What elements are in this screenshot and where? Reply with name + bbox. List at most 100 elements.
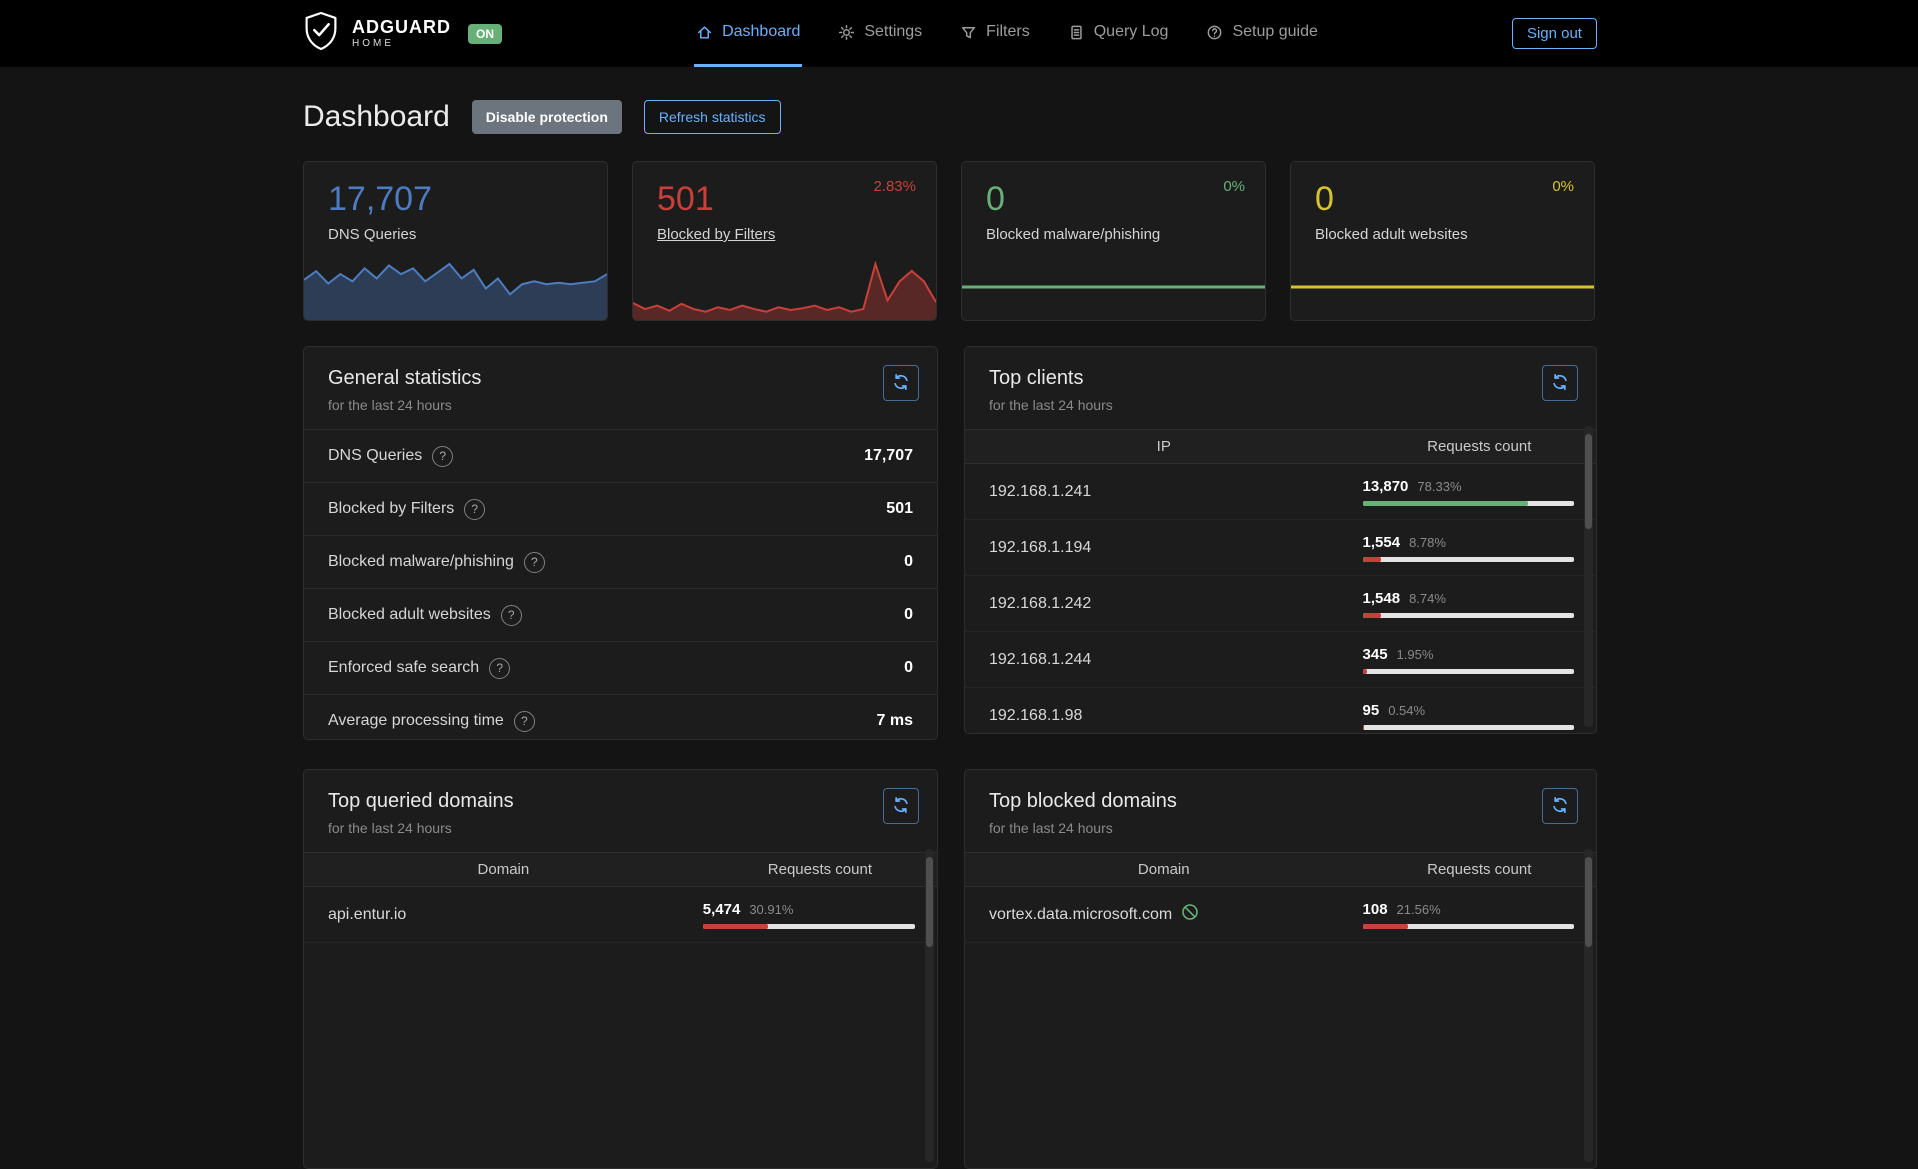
stat-percent: 2.83% (873, 178, 916, 195)
nav-item-filters[interactable]: Filters (958, 0, 1032, 67)
domain-name[interactable]: api.entur.io (328, 906, 406, 924)
domain-name[interactable]: vortex.data.microsoft.com (989, 906, 1172, 924)
help-icon[interactable]: ? (464, 499, 485, 520)
refresh-panel-button[interactable] (883, 788, 919, 824)
scrollbar-track[interactable] (1584, 426, 1593, 727)
top-clients-list: 192.168.1.241 13,870 78.33% 192.168.1.19… (965, 464, 1596, 734)
statistic-value: 0 (904, 659, 913, 677)
column-header-ip: IP (965, 438, 1363, 455)
top-blocked-list: vortex.data.microsoft.com 108 21.56% (965, 887, 1596, 943)
statistic-label: DNS Queries (328, 447, 422, 465)
nav-item-query-log[interactable]: Query Log (1066, 0, 1171, 67)
client-ip[interactable]: 192.168.1.244 (965, 651, 1363, 669)
statistics-row: DNS Queries ? 17,707 (304, 429, 937, 482)
scrollbar-thumb[interactable] (1585, 434, 1592, 529)
refresh-icon (892, 373, 910, 394)
client-row: 192.168.1.242 1,548 8.74% (965, 576, 1596, 632)
statistics-row: Enforced safe search ? 0 (304, 641, 937, 694)
progress-bar (1363, 501, 1574, 506)
refresh-statistics-button[interactable]: Refresh statistics (644, 100, 781, 134)
refresh-panel-button[interactable] (883, 365, 919, 401)
nav-label: Setup guide (1232, 23, 1317, 41)
client-ip[interactable]: 192.168.1.98 (965, 707, 1363, 725)
nav-label: Dashboard (722, 23, 800, 41)
panel-title: Top queried domains (328, 790, 913, 813)
request-percent: 78.33% (1417, 479, 1461, 494)
client-row: 192.168.1.244 345 1.95% (965, 632, 1596, 688)
request-percent: 21.56% (1397, 902, 1441, 917)
sparkline-chart (304, 256, 607, 320)
stat-label-link[interactable]: Blocked by Filters (657, 226, 936, 243)
statistic-label: Average processing time (328, 712, 504, 730)
request-percent: 8.78% (1409, 535, 1446, 550)
panel-subtitle: for the last 24 hours (989, 820, 1572, 836)
column-header-domain: Domain (965, 861, 1363, 878)
sparkline-chart (1291, 256, 1594, 320)
nav-item-dashboard[interactable]: Dashboard (694, 0, 802, 67)
nav-item-settings[interactable]: Settings (836, 0, 924, 67)
help-icon[interactable]: ? (489, 658, 510, 679)
stat-percent: 0% (1552, 178, 1574, 195)
scrollbar-thumb[interactable] (926, 857, 933, 947)
sparkline-chart (962, 256, 1265, 320)
top-blocked-domains-panel: Top blocked domains for the last 24 hour… (964, 769, 1597, 1169)
stat-value: 17,707 (328, 180, 607, 219)
settings-gear-icon (838, 24, 855, 41)
filtered-icon[interactable] (1181, 903, 1199, 926)
help-icon[interactable]: ? (514, 711, 535, 732)
statistics-row: Blocked adult websites ? 0 (304, 588, 937, 641)
dashboard-icon (696, 24, 713, 41)
page-title: Dashboard (303, 100, 450, 134)
stat-cards-row: 17,707 DNS Queries 501 Blocked by Filter… (303, 161, 1597, 321)
client-ip[interactable]: 192.168.1.241 (965, 483, 1363, 501)
statistic-value: 0 (904, 553, 913, 571)
nav-item-setup-guide[interactable]: Setup guide (1204, 0, 1319, 67)
progress-bar (1363, 669, 1574, 674)
top-clients-panel: Top clients for the last 24 hours IP Req… (964, 346, 1597, 734)
setup-guide-icon (1206, 24, 1223, 41)
stat-percent: 0% (1223, 178, 1245, 195)
refresh-panel-button[interactable] (1542, 788, 1578, 824)
client-ip[interactable]: 192.168.1.242 (965, 595, 1363, 613)
main-content: Dashboard Disable protection Refresh sta… (303, 100, 1597, 1169)
statistic-label: Blocked malware/phishing (328, 553, 514, 571)
progress-bar-fill (703, 924, 769, 929)
brand[interactable]: ADGUARD HOME ON (303, 0, 502, 67)
help-icon[interactable]: ? (432, 446, 453, 467)
help-icon[interactable]: ? (501, 605, 522, 626)
request-count: 345 (1363, 646, 1388, 663)
statistic-label: Enforced safe search (328, 659, 479, 677)
panel-title: Top blocked domains (989, 790, 1572, 813)
request-count: 1,554 (1363, 534, 1401, 551)
column-header-requests: Requests count (703, 861, 937, 878)
general-stats-list: DNS Queries ? 17,707 Blocked by Filters … (304, 429, 937, 740)
stat-label: Blocked malware/phishing (986, 226, 1265, 243)
domain-row: vortex.data.microsoft.com 108 21.56% (965, 887, 1596, 943)
nav-label: Query Log (1094, 23, 1169, 41)
client-ip[interactable]: 192.168.1.194 (965, 539, 1363, 557)
stat-card-blocked-adult: 0 Blocked adult websites 0% (1290, 161, 1595, 321)
top-queried-list: api.entur.io 5,474 30.91% (304, 887, 937, 943)
refresh-panel-button[interactable] (1542, 365, 1578, 401)
general-statistics-panel: General statistics for the last 24 hours… (303, 346, 938, 740)
scrollbar-track[interactable] (925, 849, 934, 1162)
help-icon[interactable]: ? (524, 552, 545, 573)
request-percent: 8.74% (1409, 591, 1446, 606)
sign-out-button[interactable]: Sign out (1512, 18, 1597, 49)
request-count: 95 (1363, 702, 1380, 719)
progress-bar (1363, 613, 1574, 618)
scrollbar-track[interactable] (1584, 849, 1593, 1162)
panel-title: Top clients (989, 367, 1572, 390)
client-row: 192.168.1.241 13,870 78.33% (965, 464, 1596, 520)
main-nav: Dashboard Settings Filters (694, 0, 1320, 67)
scrollbar-thumb[interactable] (1585, 857, 1592, 947)
statistic-label: Blocked adult websites (328, 606, 491, 624)
adguard-shield-icon (303, 11, 339, 56)
statistic-value: 7 ms (877, 712, 913, 730)
table-header: Domain Requests count (304, 852, 937, 887)
statistic-value: 0 (904, 606, 913, 624)
refresh-icon (1551, 373, 1569, 394)
client-row: 192.168.1.98 95 0.54% (965, 688, 1596, 734)
disable-protection-button[interactable]: Disable protection (472, 100, 622, 134)
statistic-value: 501 (886, 500, 913, 518)
